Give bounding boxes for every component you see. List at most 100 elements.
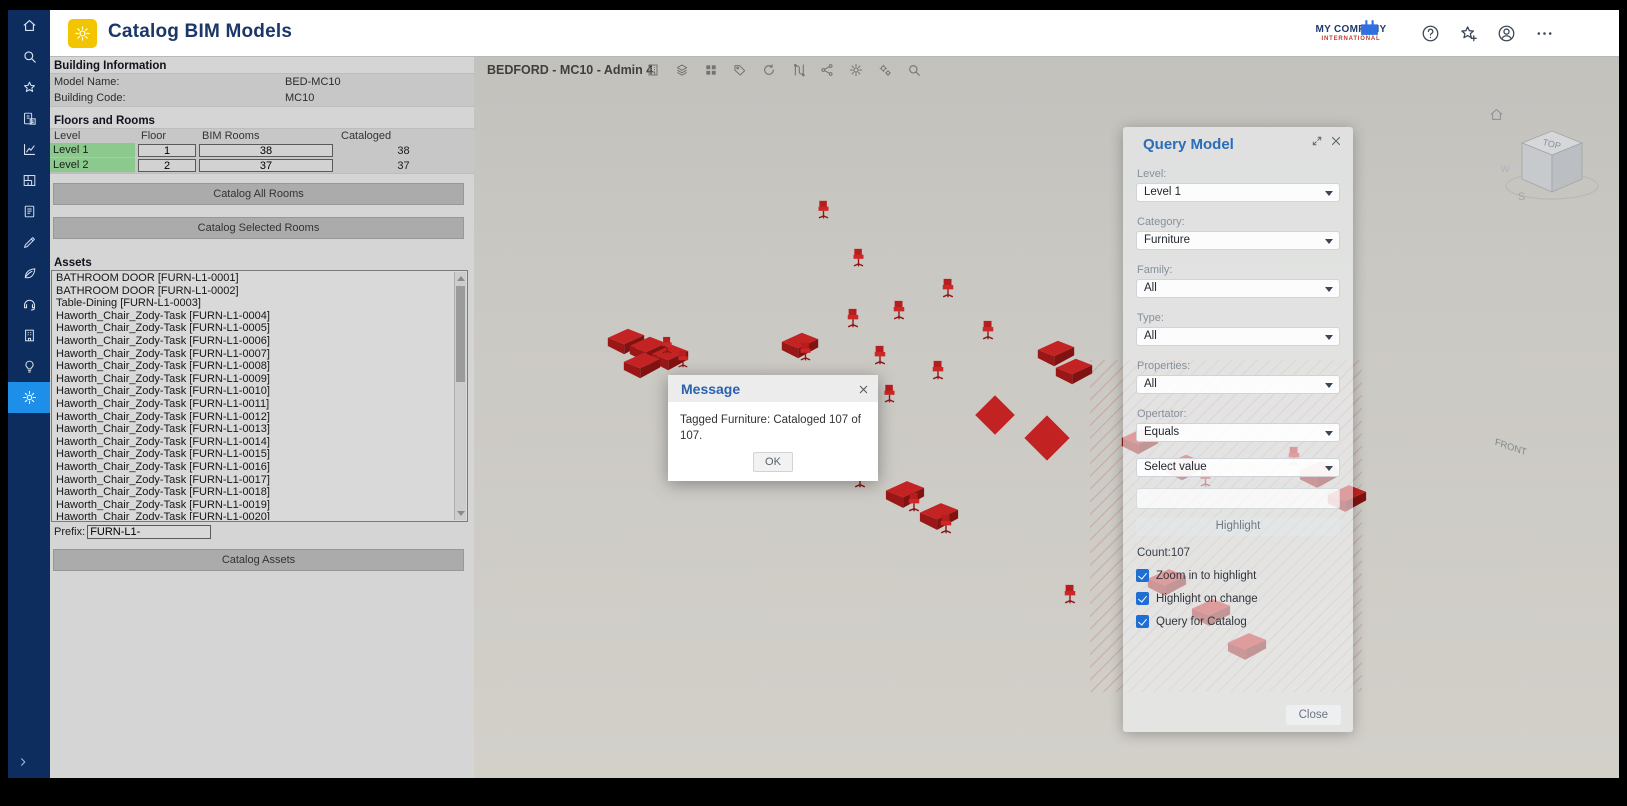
list-item[interactable]: Haworth_Chair_Zody-Task [FURN-L1-0004] xyxy=(53,310,453,323)
list-item[interactable]: Haworth_Chair_Zody-Task [FURN-L1-0019] xyxy=(53,499,453,512)
settings-gear-icon[interactable] xyxy=(848,62,864,78)
list-item[interactable]: Table-Dining [FURN-L1-0003] xyxy=(53,297,453,310)
count-text: Count:107 xyxy=(1137,547,1340,559)
level-select[interactable]: Level 1 xyxy=(1136,183,1340,202)
checkbox-row[interactable]: Highlight on change xyxy=(1136,592,1340,605)
sidebar-item-home[interactable] xyxy=(8,10,50,41)
family-select[interactable]: All xyxy=(1136,279,1340,298)
checkbox-checked-icon[interactable] xyxy=(1136,592,1149,605)
star-add-icon[interactable] xyxy=(1458,23,1479,44)
gears-icon[interactable] xyxy=(877,62,893,78)
compass-west-label[interactable]: W xyxy=(1501,164,1510,174)
model-icon[interactable] xyxy=(645,62,661,78)
highlight-button[interactable]: Highlight xyxy=(1136,517,1340,536)
home-view-button[interactable] xyxy=(1488,106,1505,128)
floor-input[interactable] xyxy=(138,144,196,157)
scroll-up-icon[interactable] xyxy=(457,276,465,281)
views-grid-icon[interactable] xyxy=(703,62,719,78)
cube-face-front[interactable]: FRONT xyxy=(1494,437,1527,459)
floors-table-body: Level 1 38 Level 2 37 xyxy=(50,143,474,173)
list-item[interactable]: Haworth_Chair_Zody-Task [FURN-L1-0008] xyxy=(53,360,453,373)
help-icon[interactable] xyxy=(1420,23,1441,44)
sidebar-item-documents[interactable] xyxy=(8,196,50,227)
viewer-title: BEDFORD - MC10 - Admin 4 xyxy=(487,63,653,77)
prefix-input[interactable] xyxy=(87,525,211,539)
list-item[interactable]: Haworth_Chair_Zody-Task [FURN-L1-0011] xyxy=(53,398,453,411)
scrollbar-thumb[interactable] xyxy=(456,286,465,382)
sidebar-item-search[interactable] xyxy=(8,41,50,72)
sidebar-item-floor-plan[interactable] xyxy=(8,165,50,196)
checkbox-label: Zoom in to highlight xyxy=(1156,570,1256,582)
value-select[interactable]: Select value xyxy=(1136,458,1340,477)
type-select[interactable]: All xyxy=(1136,327,1340,346)
leaf-icon xyxy=(21,265,38,282)
close-panel-icon[interactable] xyxy=(1330,135,1342,147)
list-item[interactable]: Haworth_Chair_Zody-Task [FURN-L1-0013] xyxy=(53,423,453,436)
checkbox-checked-icon[interactable] xyxy=(1136,615,1149,628)
catalog-selected-rooms-button[interactable]: Catalog Selected Rooms xyxy=(53,217,464,239)
list-item[interactable]: Haworth_Chair_Zody-Task [FURN-L1-0014] xyxy=(53,436,453,449)
bim-rooms-input[interactable] xyxy=(199,159,333,172)
checkbox-row[interactable]: Query for Catalog xyxy=(1136,615,1340,628)
tag-icon[interactable] xyxy=(732,62,748,78)
sidebar-item-support[interactable] xyxy=(8,289,50,320)
table-row[interactable]: Level 1 38 xyxy=(50,143,474,158)
query-panel-title: Query Model xyxy=(1136,136,1234,153)
sidebar-expand-button[interactable] xyxy=(8,750,50,774)
sidebar-item-performance[interactable] xyxy=(8,134,50,165)
assets-listbox[interactable]: BATHROOM DOOR [FURN-L1-0001]BATHROOM DOO… xyxy=(51,270,468,522)
model-viewer[interactable]: TOP FRONT RIGHT S W BEDFORD - MC10 - Adm… xyxy=(474,57,1619,778)
bim-rooms-input[interactable] xyxy=(199,144,333,157)
list-item[interactable]: Haworth_Chair_Zody-Task [FURN-L1-0017] xyxy=(53,474,453,487)
properties-label: Properties: xyxy=(1137,360,1340,372)
list-item[interactable]: Haworth_Chair_Zody-Task [FURN-L1-0018] xyxy=(53,486,453,499)
operator-select[interactable]: Equals xyxy=(1136,423,1340,442)
sidebar-item-favorites[interactable] xyxy=(8,72,50,103)
list-item[interactable]: Haworth_Chair_Zody-Task [FURN-L1-0005] xyxy=(53,322,453,335)
dialog-header[interactable]: Message xyxy=(668,375,878,402)
more-options-icon[interactable] xyxy=(1534,23,1555,44)
catalog-all-rooms-button[interactable]: Catalog All Rooms xyxy=(53,183,464,205)
floor-input[interactable] xyxy=(138,159,196,172)
catalog-assets-button[interactable]: Catalog Assets xyxy=(53,549,464,571)
ok-button[interactable]: OK xyxy=(753,452,793,472)
refresh-icon[interactable] xyxy=(761,62,777,78)
scroll-down-icon[interactable] xyxy=(457,511,465,516)
sidebar-item-markup[interactable] xyxy=(8,227,50,258)
compass-south-label[interactable]: S xyxy=(1518,191,1525,203)
checkbox-row[interactable]: Zoom in to highlight xyxy=(1136,569,1340,582)
list-item[interactable]: Haworth_Chair_Zody-Task [FURN-L1-0015] xyxy=(53,448,453,461)
table-row[interactable]: Level 2 37 xyxy=(50,158,474,173)
dialog-close-icon[interactable] xyxy=(858,382,869,400)
share-icon[interactable] xyxy=(819,62,835,78)
search-icon[interactable] xyxy=(906,62,922,78)
sidebar-item-settings-active[interactable] xyxy=(8,382,50,413)
sidebar-item-facility[interactable] xyxy=(8,320,50,351)
level-cell[interactable]: Level 1 xyxy=(50,143,135,158)
list-item[interactable]: Haworth_Chair_Zody-Task [FURN-L1-0016] xyxy=(53,461,453,474)
level-cell[interactable]: Level 2 xyxy=(50,158,135,173)
checkbox-checked-icon[interactable] xyxy=(1136,569,1149,582)
value-input[interactable] xyxy=(1136,488,1340,509)
assets-scrollbar[interactable] xyxy=(454,272,466,520)
account-icon[interactable] xyxy=(1496,23,1517,44)
list-item[interactable]: BATHROOM DOOR [FURN-L1-0001] xyxy=(53,272,453,285)
properties-select[interactable]: All xyxy=(1136,375,1340,394)
list-item[interactable]: Haworth_Chair_Zody-Task [FURN-L1-0020] xyxy=(53,511,453,520)
expand-panel-icon[interactable] xyxy=(1311,135,1323,147)
sidebar-item-building-report[interactable] xyxy=(8,103,50,134)
category-select[interactable]: Furniture xyxy=(1136,231,1340,250)
list-item[interactable]: Haworth_Chair_Zody-Task [FURN-L1-0007] xyxy=(53,348,453,361)
list-item[interactable]: Haworth_Chair_Zody-Task [FURN-L1-0009] xyxy=(53,373,453,386)
close-button[interactable]: Close xyxy=(1286,705,1341,725)
sidebar-item-sustainability[interactable] xyxy=(8,258,50,289)
list-item[interactable]: Haworth_Chair_Zody-Task [FURN-L1-0012] xyxy=(53,411,453,424)
list-item[interactable]: BATHROOM DOOR [FURN-L1-0002] xyxy=(53,285,453,298)
layers-icon[interactable] xyxy=(674,62,690,78)
list-item[interactable]: Haworth_Chair_Zody-Task [FURN-L1-0010] xyxy=(53,385,453,398)
list-item[interactable]: Haworth_Chair_Zody-Task [FURN-L1-0006] xyxy=(53,335,453,348)
sidebar-item-insights[interactable] xyxy=(8,351,50,382)
systems-icon[interactable] xyxy=(790,62,806,78)
app-logo-tile xyxy=(68,19,97,48)
checkbox-label: Query for Catalog xyxy=(1156,616,1247,628)
